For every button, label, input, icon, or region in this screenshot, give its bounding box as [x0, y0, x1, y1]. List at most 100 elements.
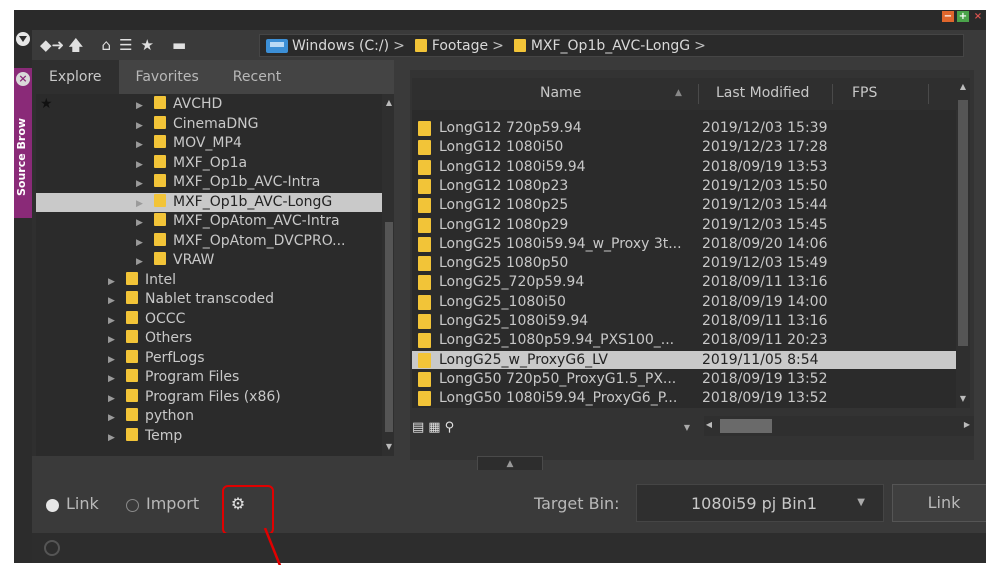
file-row[interactable]: LongG25_1080i59.94 2018/09/11 13:16 [412, 312, 956, 330]
file-row[interactable]: LongG12 1080i59.94 2018/09/19 13:53 [412, 158, 956, 176]
maximize-button[interactable]: + [957, 11, 969, 22]
import-radio[interactable] [126, 499, 139, 512]
expand-arrow-icon[interactable]: ▶ [108, 273, 116, 292]
file-row[interactable]: LongG12 720p59.94 2019/12/03 15:39 [412, 119, 956, 137]
tree-item[interactable]: ▶ VRAW [136, 251, 214, 270]
tree-item[interactable]: ▶ MXF_Op1b_AVC-Intra [136, 173, 320, 192]
file-row[interactable]: LongG25_w_ProxyG6_LV 2019/11/05 8:54 [412, 350, 956, 369]
tree-item[interactable]: ▶ MXF_OpAtom_DVCPRO... [136, 232, 346, 251]
file-row[interactable]: LongG12 1080p29 2019/12/03 15:45 [412, 216, 956, 234]
side-tab-label: Source Brow [15, 117, 28, 196]
file-row[interactable]: LongG25_1080i50 2018/09/19 14:00 [412, 293, 956, 311]
file-row[interactable]: LongG25_1080p59.94_PXS100_... 2018/09/11 … [412, 331, 956, 349]
column-header-fps[interactable]: FPS [852, 85, 877, 101]
tree-item[interactable]: ▶ Nablet transcoded [108, 290, 274, 309]
list-tree-icon[interactable]: ☰ [119, 35, 132, 55]
expand-arrow-icon[interactable]: ▶ [136, 253, 144, 272]
home-icon[interactable]: ⌂ [102, 35, 112, 55]
tree-item[interactable]: ▶ AVCHD [136, 95, 222, 114]
scroll-up-icon[interactable]: ▲ [958, 82, 968, 91]
scroll-left-icon[interactable]: ◀ [704, 420, 714, 429]
collapse-panel-icon[interactable] [16, 32, 30, 46]
link-button[interactable]: Link [892, 484, 986, 522]
search-icon[interactable]: ⚲ [445, 420, 455, 435]
expand-arrow-icon[interactable]: ▶ [108, 370, 116, 389]
expand-arrow-icon[interactable]: ▶ [136, 234, 144, 253]
file-row[interactable]: LongG50 1080i59.94_ProxyG6_P... 2018/09/1… [412, 389, 956, 407]
scroll-down-icon[interactable]: ▼ [958, 394, 968, 403]
tab-favorites[interactable]: Favorites [119, 60, 216, 94]
file-row[interactable]: LongG50 720p50_ProxyG1.5_PX... 2018/09/19… [412, 370, 956, 388]
tree-item[interactable]: ▶ MXF_Op1a [136, 154, 247, 173]
file-list-scrollbar[interactable]: ▲ ▼ [956, 78, 970, 408]
expand-arrow-icon[interactable]: ▶ [108, 409, 116, 428]
link-radio[interactable] [46, 499, 59, 512]
file-row[interactable]: LongG25 1080p50 2019/12/03 15:49 [412, 254, 956, 272]
tree-item[interactable]: ▶ MXF_OpAtom_AVC-Intra [136, 212, 340, 231]
tree-item[interactable]: ▶ MXF_Op1b_AVC-LongG [36, 192, 382, 214]
expand-arrow-icon[interactable]: ▶ [108, 390, 116, 409]
up-arrow-icon[interactable]: 🡅 [68, 35, 83, 55]
breadcrumb-current-folder[interactable]: MXF_Op1b_AVC-LongG [531, 38, 690, 54]
tab-explore[interactable]: Explore [32, 60, 119, 94]
file-row[interactable]: LongG12 1080p23 2019/12/03 15:50 [412, 177, 956, 195]
expand-arrow-icon[interactable]: ▶ [136, 136, 144, 155]
scroll-right-icon[interactable]: ▶ [962, 420, 972, 429]
expand-arrow-icon[interactable]: ▶ [136, 97, 144, 116]
import-radio-label[interactable]: Import [146, 494, 199, 513]
close-tab-icon[interactable]: × [16, 72, 30, 86]
file-row[interactable]: LongG25_720p59.94 2018/09/11 13:16 [412, 273, 956, 291]
file-row[interactable]: LongG12 1080i50 2019/12/23 17:28 [412, 138, 956, 156]
tab-recent[interactable]: Recent [216, 60, 298, 94]
breadcrumb[interactable]: Windows (C:/) > Footage > MXF_Op1b_AVC-L… [259, 34, 964, 57]
column-header-last-modified[interactable]: Last Modified [716, 85, 809, 101]
file-list-scroll-thumb[interactable] [958, 100, 968, 346]
expand-arrow-icon[interactable]: ▶ [108, 292, 116, 311]
close-button[interactable]: × [972, 11, 984, 22]
drive-toggle-icon[interactable]: ▬ [172, 35, 186, 55]
tree-scrollbar[interactable]: ▲ ▼ [384, 94, 394, 456]
expand-arrow-icon[interactable]: ▶ [136, 214, 144, 233]
folder-icon [126, 330, 138, 343]
expand-arrow-icon[interactable]: ▶ [136, 117, 144, 136]
minimize-button[interactable]: − [942, 11, 954, 22]
target-bin-select[interactable]: 1080i59 pj Bin1 ▼ [636, 484, 884, 522]
tree-item[interactable]: ▶ Others [108, 329, 192, 348]
tree-item[interactable]: ▶ Temp [108, 427, 182, 446]
horizontal-scrollbar[interactable]: ◀ ▶ [704, 416, 974, 436]
file-row[interactable]: LongG12 1080p25 2019/12/03 15:44 [412, 196, 956, 214]
tree-item[interactable]: ▶ OCCC [108, 310, 185, 329]
expand-arrow-icon[interactable]: ▶ [136, 195, 144, 214]
expand-arrow-icon[interactable]: ▶ [136, 156, 144, 175]
tree-item[interactable]: ▶ CinemaDNG [136, 115, 258, 134]
back-arrow-icon[interactable]: ◆ [40, 35, 52, 55]
expand-arrow-icon[interactable]: ▶ [108, 312, 116, 331]
column-header-name[interactable]: Name [540, 85, 581, 101]
scroll-up-icon[interactable]: ▲ [384, 98, 394, 107]
tree-item[interactable]: ▶ MOV_MP4 [136, 134, 242, 153]
file-row[interactable]: LongG25 1080i59.94_w_Proxy 3t... 2018/09/… [412, 235, 956, 253]
tree-item[interactable]: ▶ PerfLogs [108, 349, 205, 368]
tree-scroll-thumb[interactable] [385, 222, 393, 432]
favorite-star-icon[interactable]: ★ [40, 96, 53, 112]
grid-view-icon[interactable]: ▦ [428, 420, 440, 435]
source-browser-side-tab[interactable]: × Source Brow [14, 68, 32, 218]
expand-arrow-icon[interactable]: ▶ [108, 429, 116, 448]
horizontal-scroll-thumb[interactable] [720, 419, 772, 433]
view-options-dropdown-icon[interactable]: ▼ [684, 423, 690, 432]
link-radio-label[interactable]: Link [66, 494, 99, 513]
breadcrumb-drive[interactable]: Windows (C:/) [292, 38, 389, 54]
breadcrumb-footage[interactable]: Footage [432, 38, 488, 54]
tree-item[interactable]: ▶ Program Files [108, 368, 239, 387]
tree-item[interactable]: ▶ Intel [108, 271, 176, 290]
scroll-down-icon[interactable]: ▼ [384, 442, 394, 451]
tree-item[interactable]: ▶ Program Files (x86) [108, 388, 281, 407]
expand-arrow-icon[interactable]: ▶ [108, 331, 116, 350]
tree-item[interactable]: ▶ python [108, 407, 194, 426]
folder-icon [154, 213, 166, 226]
list-view-icon[interactable]: ▤ [412, 420, 424, 435]
expand-arrow-icon[interactable]: ▶ [108, 351, 116, 370]
forward-arrow-icon[interactable]: ➜ [52, 35, 65, 55]
star-icon[interactable]: ★ [141, 35, 154, 55]
expand-arrow-icon[interactable]: ▶ [136, 175, 144, 194]
